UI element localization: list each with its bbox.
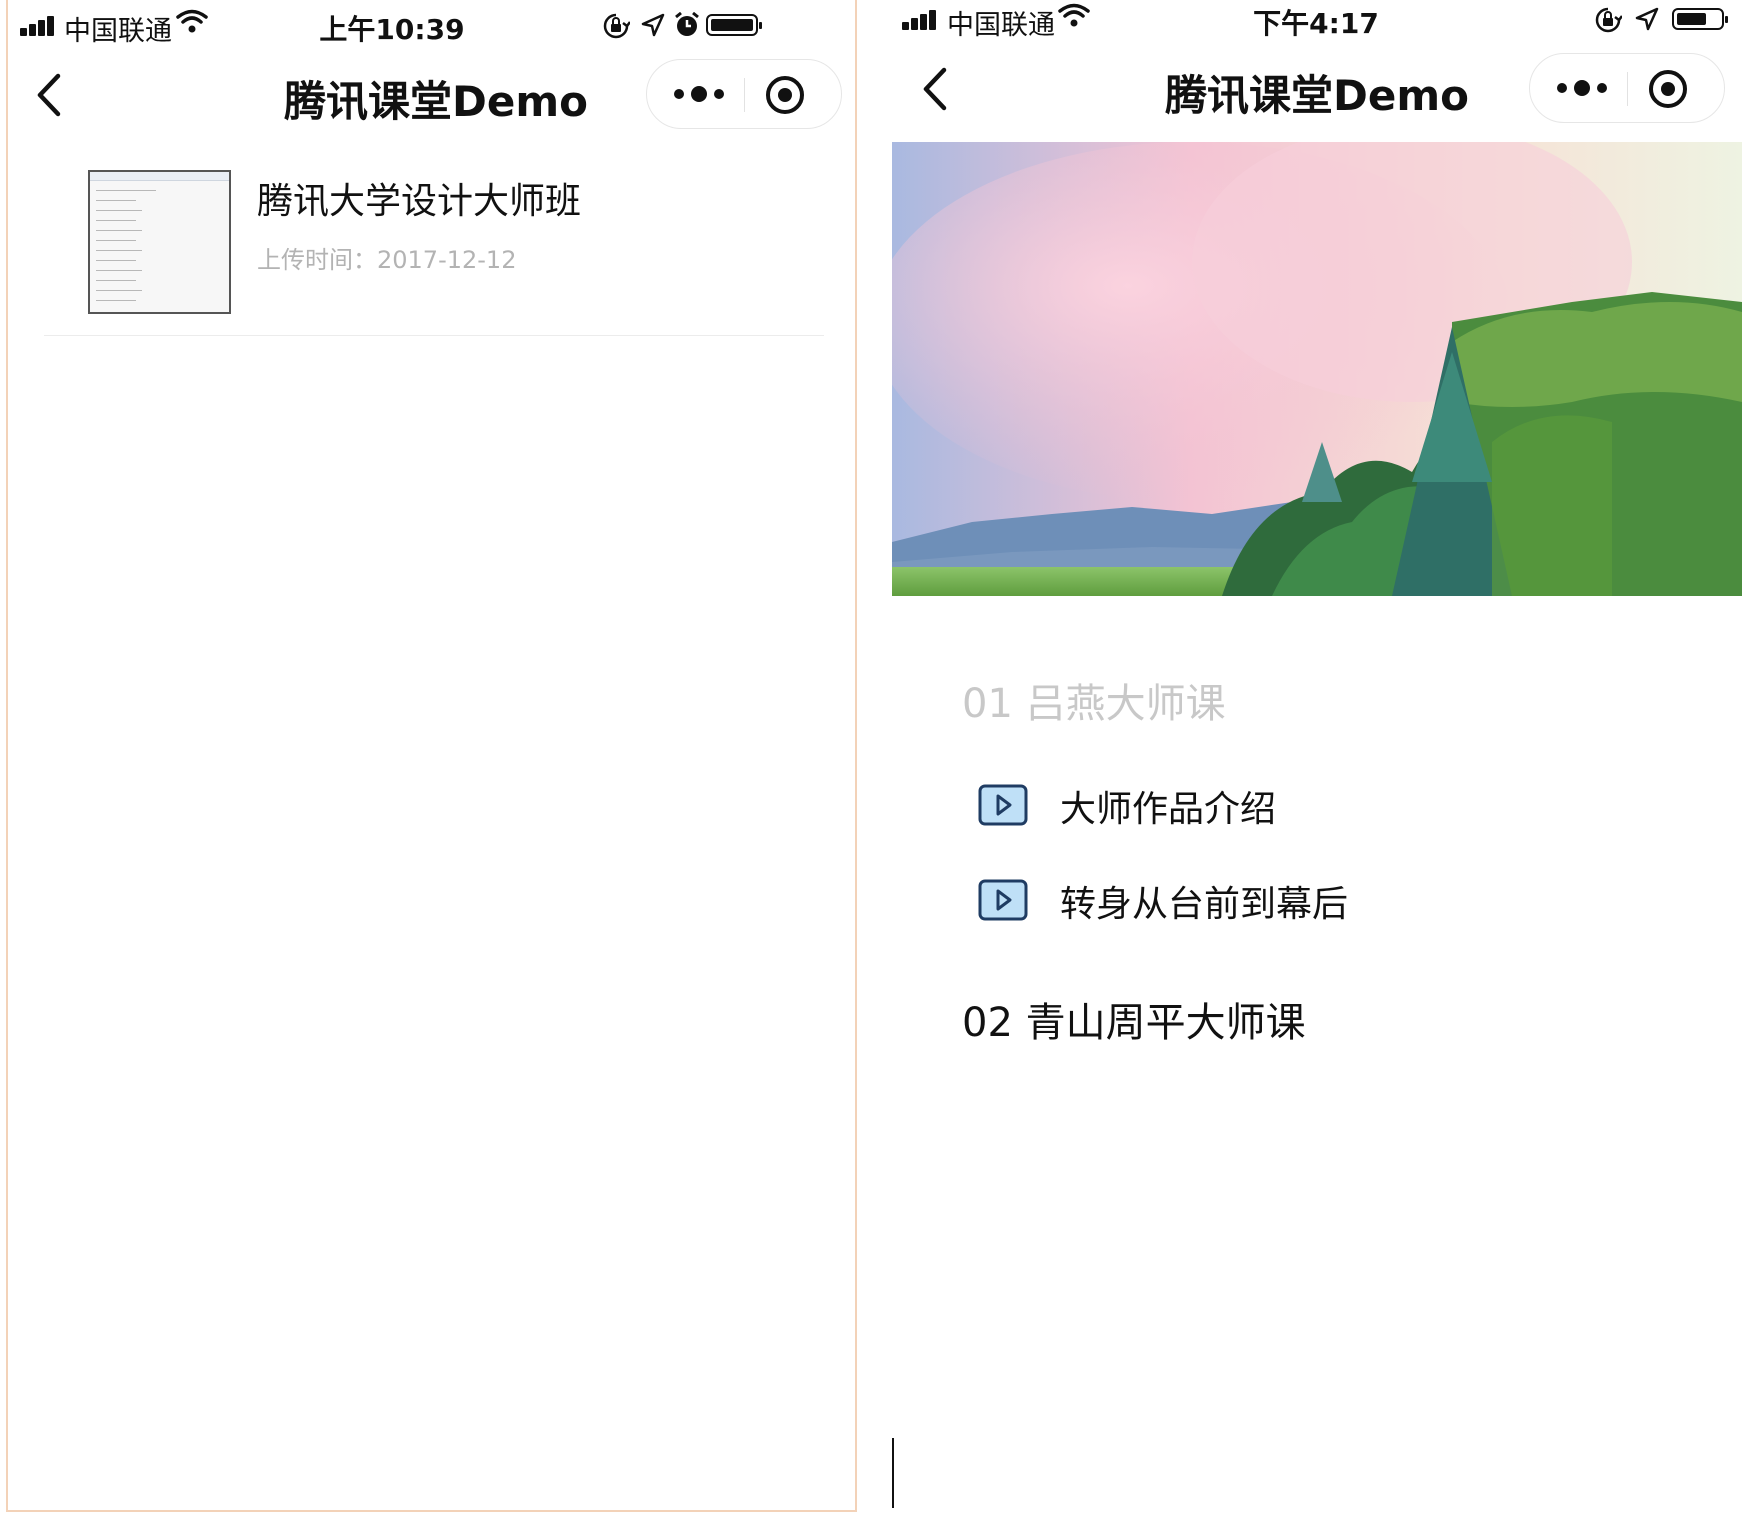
chapter-title[interactable]: 02 青山周平大师课	[962, 990, 1306, 1048]
status-time: 下午4:17	[1253, 7, 1379, 40]
carrier-name: 中国联通	[947, 10, 1055, 41]
course-thumbnail	[88, 170, 231, 314]
back-chevron-icon[interactable]	[30, 72, 70, 118]
carrier-name: 中国联通	[64, 16, 172, 47]
chapter-title[interactable]: 01 吕燕大师课	[962, 671, 1226, 729]
status-bar: 中国联通 上午10:39	[8, 0, 855, 50]
play-icon	[978, 879, 1028, 921]
course-video-banner[interactable]	[892, 142, 1742, 596]
status-time: 上午10:39	[319, 13, 465, 46]
signal-icon	[902, 8, 944, 30]
close-target-icon[interactable]	[1647, 68, 1689, 110]
page-title: 腾讯课堂Demo	[284, 77, 588, 126]
battery-icon	[1672, 8, 1728, 30]
course-title: 腾讯大学设计大师班	[257, 181, 582, 222]
location-arrow-icon	[1635, 7, 1659, 31]
wifi-icon	[1058, 3, 1090, 27]
course-list-screen: 中国联通 上午10:39 腾讯课堂Demo 腾讯大学设计大师班 上传时间：201…	[6, 0, 857, 1512]
capsule-menu	[646, 59, 842, 129]
upload-time: 上传时间：2017-12-12	[257, 246, 517, 274]
capsule-divider	[744, 78, 745, 112]
alarm-icon	[675, 12, 699, 36]
back-chevron-icon[interactable]	[916, 66, 956, 112]
lesson-title: 大师作品介绍	[1060, 789, 1277, 830]
close-target-icon[interactable]	[764, 74, 806, 116]
play-icon	[978, 784, 1028, 826]
location-arrow-icon	[641, 13, 665, 37]
page-title: 腾讯课堂Demo	[1165, 71, 1469, 120]
battery-level	[711, 19, 753, 31]
text-cursor	[892, 1438, 894, 1508]
course-detail-screen: 中国联通 下午4:17 腾讯课堂Demo 01 吕燕大师课 大师作品介绍 转身从…	[892, 0, 1742, 1512]
battery-level	[1677, 13, 1707, 25]
more-dots-icon[interactable]	[669, 74, 729, 114]
course-list-item[interactable]: 腾讯大学设计大师班 上传时间：2017-12-12	[44, 150, 824, 336]
nav-bar: 腾讯课堂Demo	[892, 44, 1742, 134]
lesson-title: 转身从台前到幕后	[1060, 884, 1349, 925]
orientation-lock-icon	[603, 13, 630, 39]
signal-icon	[20, 14, 62, 36]
orientation-lock-icon	[1595, 7, 1622, 33]
wifi-icon	[176, 9, 208, 33]
status-bar: 中国联通 下午4:17	[892, 0, 1742, 44]
battery-icon	[706, 14, 762, 36]
nav-bar: 腾讯课堂Demo	[8, 50, 855, 140]
capsule-divider	[1627, 72, 1628, 106]
more-dots-icon[interactable]	[1552, 68, 1612, 108]
capsule-menu	[1529, 53, 1725, 123]
